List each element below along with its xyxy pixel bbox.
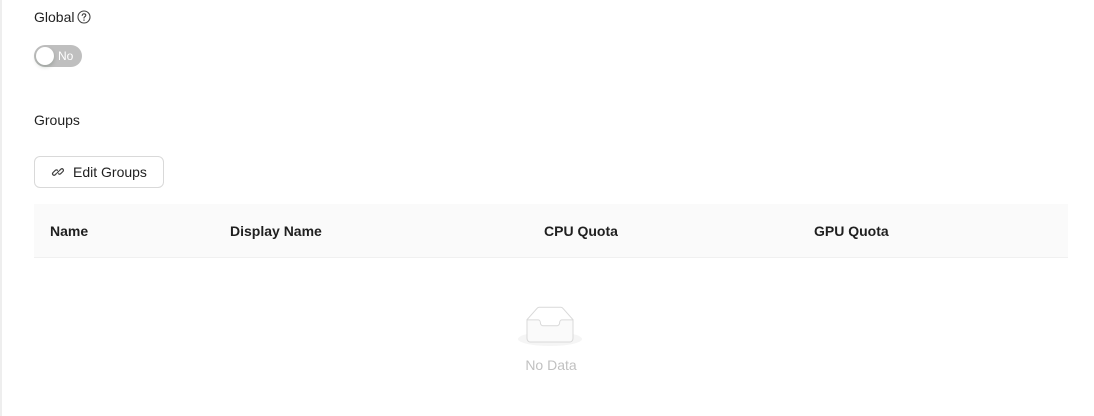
global-toggle-switch[interactable]: No — [34, 45, 82, 67]
column-header-cpu-quota: CPU Quota — [544, 223, 618, 239]
edit-groups-button[interactable]: Edit Groups — [34, 156, 164, 188]
left-border — [0, 0, 2, 416]
edit-groups-button-label: Edit Groups — [73, 164, 147, 180]
table-empty-state: No Data — [34, 258, 1068, 416]
switch-state-label: No — [58, 49, 74, 63]
link-icon — [51, 165, 65, 179]
table-header: Name Display Name CPU Quota GPU Quota — [34, 204, 1068, 258]
empty-inbox-icon — [518, 306, 582, 347]
empty-state-text: No Data — [525, 357, 577, 373]
column-header-name: Name — [50, 223, 89, 239]
global-field-label: Global — [34, 8, 92, 26]
groups-section-label: Groups — [34, 112, 80, 128]
question-circle-icon[interactable] — [77, 10, 92, 24]
column-header-display-name: Display Name — [230, 223, 322, 239]
column-header-gpu-quota: GPU Quota — [814, 223, 889, 239]
global-label-text: Global — [34, 9, 75, 25]
groups-table: Name Display Name CPU Quota GPU Quota No… — [34, 204, 1068, 416]
switch-knob — [36, 47, 54, 65]
